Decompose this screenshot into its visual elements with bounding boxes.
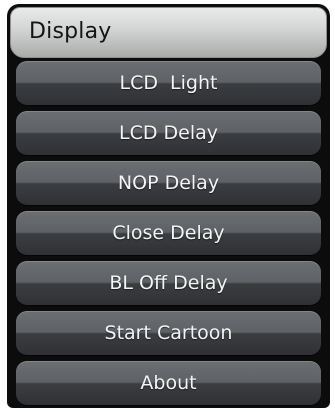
menu-item-label: BL Off Delay — [109, 272, 228, 294]
menu-item-label: About — [140, 372, 197, 394]
menu-item-start-cartoon[interactable]: Start Cartoon — [16, 311, 321, 355]
menu-list: LCD Light LCD Delay NOP Delay Close Dela… — [16, 57, 321, 405]
menu-item-label: NOP Delay — [117, 172, 220, 194]
menu-item-label: LCD Delay — [118, 122, 218, 144]
menu-item-nop-delay[interactable]: NOP Delay — [16, 161, 321, 205]
menu-item-label: Start Cartoon — [104, 322, 233, 344]
menu-item-label: LCD Light — [119, 72, 218, 94]
menu-item-lcd-delay[interactable]: LCD Delay — [16, 111, 321, 155]
menu-item-about[interactable]: About — [16, 361, 321, 405]
menu-item-close-delay[interactable]: Close Delay — [16, 211, 321, 255]
menu-item-bl-off-delay[interactable]: BL Off Delay — [16, 261, 321, 305]
page-title: Display — [29, 19, 112, 44]
menu-item-lcd-light[interactable]: LCD Light — [16, 61, 321, 105]
menu-item-label: Close Delay — [112, 222, 225, 244]
title-bar: Display — [10, 7, 327, 58]
display-settings-screen: Display LCD Light LCD Delay NOP Delay Cl… — [7, 4, 330, 408]
